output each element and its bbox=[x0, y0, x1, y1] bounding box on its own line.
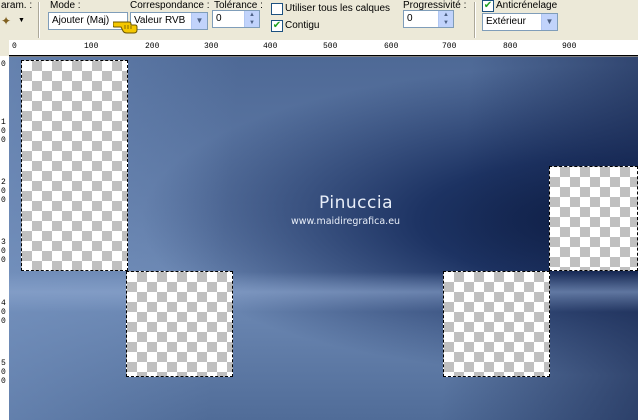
ruler-v-label: 2 0 0 bbox=[1, 178, 6, 205]
params-label: aram. : bbox=[1, 0, 33, 11]
spin-up-icon[interactable]: ▲ bbox=[439, 11, 453, 19]
progressivite-spinbox[interactable]: 0 ▲ ▼ bbox=[403, 10, 454, 28]
spin-down-icon[interactable]: ▼ bbox=[439, 19, 453, 27]
ruler-h-label: 100 bbox=[84, 42, 99, 51]
anticrenelage-label: Anticrénelage bbox=[496, 0, 558, 11]
magic-wand-tool-icon[interactable]: ✦ bbox=[1, 14, 11, 28]
pointing-hand-cursor-icon bbox=[113, 21, 138, 34]
progressivite-spin-buttons[interactable]: ▲ ▼ bbox=[438, 11, 453, 27]
ruler-h-label: 400 bbox=[263, 42, 278, 51]
ruler-v-label: 5 0 0 bbox=[1, 359, 6, 386]
use-all-layers-label: Utiliser tous les calques bbox=[285, 3, 391, 14]
ruler-h-label: 600 bbox=[384, 42, 399, 51]
anticrenelage-select[interactable]: Extérieur ▼ bbox=[482, 13, 558, 31]
contigu-label: Contigu bbox=[285, 20, 320, 31]
tolerance-spin-buttons[interactable]: ▲ ▼ bbox=[244, 11, 259, 27]
spin-down-icon[interactable]: ▼ bbox=[245, 19, 259, 27]
mode-label: Mode : bbox=[50, 0, 81, 11]
ruler-v-label: 0 bbox=[1, 60, 6, 69]
ruler-corner bbox=[0, 40, 9, 56]
use-all-layers-checkbox[interactable] bbox=[271, 3, 283, 15]
chevron-down-icon[interactable]: ▼ bbox=[541, 14, 557, 30]
anticrenelage-value: Extérieur bbox=[486, 16, 527, 27]
tolerance-spinbox[interactable]: 0 ▲ ▼ bbox=[212, 10, 260, 28]
transparent-selection-area[interactable] bbox=[443, 271, 550, 377]
image-canvas[interactable]: Pinuccia www.maidiregrafica.eu bbox=[9, 57, 638, 420]
watermark-url: www.maidiregrafica.eu bbox=[291, 216, 401, 227]
ruler-v-label: 4 0 0 bbox=[1, 299, 6, 326]
ruler-h-label: 700 bbox=[442, 42, 457, 51]
spin-up-icon[interactable]: ▲ bbox=[245, 11, 259, 19]
ruler-v-label: 3 0 0 bbox=[1, 238, 6, 265]
ruler-h-label: 800 bbox=[503, 42, 518, 51]
ruler-h-label: 900 bbox=[562, 42, 577, 51]
ruler-h-label: 200 bbox=[145, 42, 160, 51]
transparent-selection-area[interactable] bbox=[126, 271, 233, 377]
ruler-h-label: 300 bbox=[204, 42, 219, 51]
tolerance-value: 0 bbox=[216, 13, 222, 24]
toolbar-separator bbox=[38, 2, 40, 38]
ruler-baseline bbox=[9, 55, 638, 56]
watermark-title: Pinuccia bbox=[319, 193, 393, 213]
transparent-selection-area[interactable] bbox=[549, 166, 638, 271]
chevron-down-icon[interactable]: ▼ bbox=[191, 13, 207, 29]
anticrenelage-checkbox[interactable]: ✔ bbox=[482, 0, 494, 12]
ruler-h-label: 0 bbox=[12, 42, 17, 51]
horizontal-ruler: 0 100 200 300 400 500 600 700 800 900 bbox=[9, 40, 638, 57]
toolbar-separator bbox=[474, 2, 476, 38]
contigu-checkbox[interactable]: ✔ bbox=[271, 20, 283, 32]
progressivite-value: 0 bbox=[407, 13, 413, 24]
ruler-h-label: 500 bbox=[323, 42, 338, 51]
tool-options-bar: aram. : ✦ ▼ Mode : Ajouter (Maj) Corresp… bbox=[0, 0, 638, 40]
transparent-selection-area[interactable] bbox=[21, 60, 128, 271]
preset-dropdown-arrow-icon[interactable]: ▼ bbox=[18, 17, 25, 24]
mode-value: Ajouter (Maj) bbox=[52, 15, 110, 26]
correspondance-label: Correspondance : bbox=[130, 0, 210, 11]
ruler-v-label: 1 0 0 bbox=[1, 118, 6, 145]
